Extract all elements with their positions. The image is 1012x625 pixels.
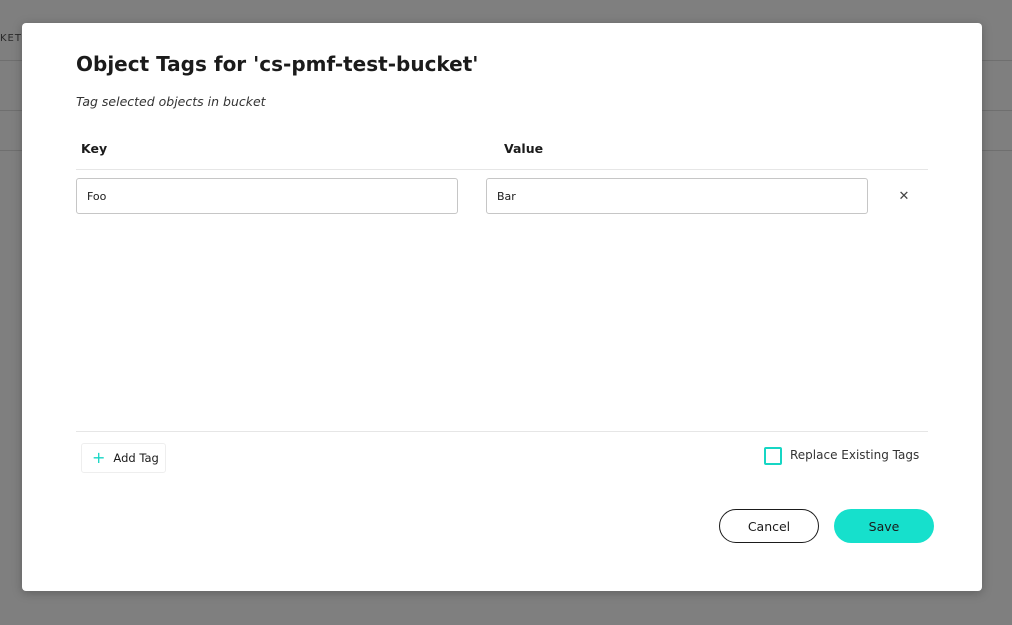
tag-value-input[interactable] bbox=[486, 178, 868, 214]
object-tags-dialog: Object Tags for 'cs-pmf-test-bucket' Tag… bbox=[22, 23, 982, 591]
plus-icon: + bbox=[92, 448, 106, 467]
save-button[interactable]: Save bbox=[834, 509, 934, 543]
remove-tag-button[interactable]: ✕ bbox=[896, 189, 912, 205]
key-column-header: Key bbox=[81, 141, 108, 156]
cancel-button[interactable]: Cancel bbox=[719, 509, 819, 543]
tag-key-input[interactable] bbox=[76, 178, 458, 214]
value-column-header: Value bbox=[504, 141, 544, 156]
dialog-title: Object Tags for 'cs-pmf-test-bucket' bbox=[76, 52, 479, 76]
replace-existing-tags-label[interactable]: Replace Existing Tags bbox=[790, 448, 919, 462]
header-divider bbox=[76, 169, 928, 170]
replace-existing-tags-checkbox[interactable] bbox=[764, 447, 782, 465]
dialog-subtitle: Tag selected objects in bucket bbox=[76, 94, 266, 109]
add-tag-button[interactable]: + Add Tag bbox=[81, 443, 166, 473]
add-tag-label: Add Tag bbox=[113, 451, 159, 465]
footer-divider bbox=[76, 431, 928, 432]
close-icon: ✕ bbox=[898, 189, 910, 204]
